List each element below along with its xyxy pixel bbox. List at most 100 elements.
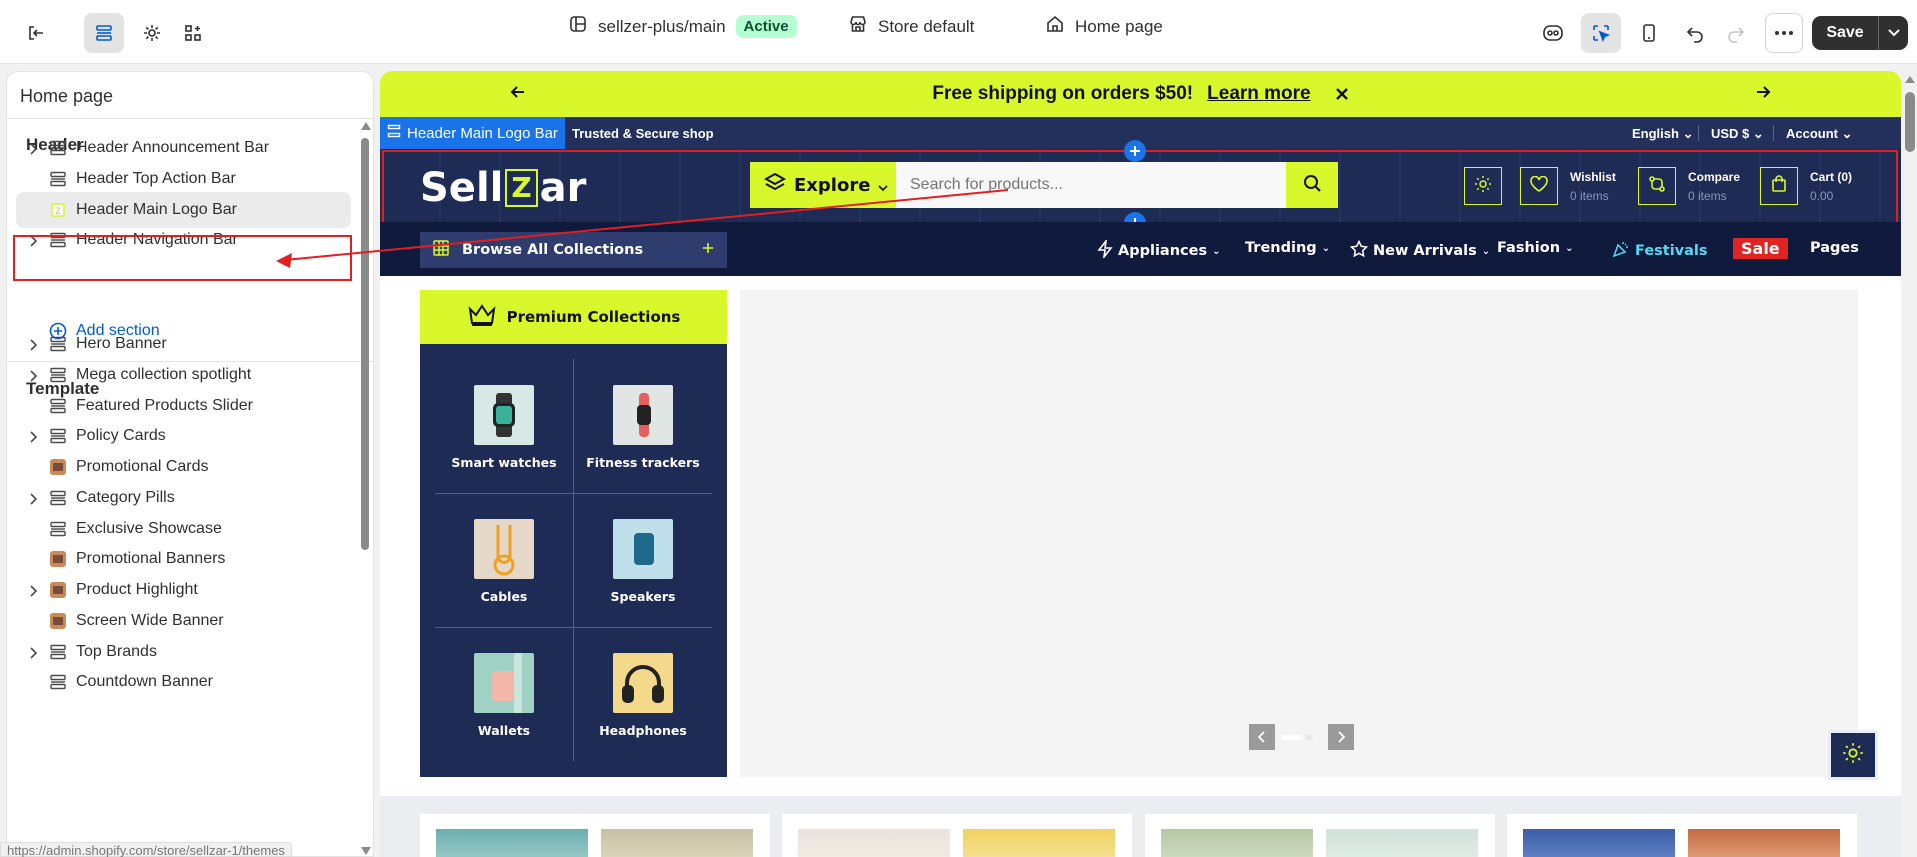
divider	[7, 118, 373, 119]
section-label: Countdown Banner	[76, 673, 213, 691]
collection-card[interactable]: Speakers	[574, 493, 712, 627]
section-item[interactable]: Countdown Banner	[7, 664, 357, 700]
collection-card[interactable]: Smart watches	[435, 359, 573, 493]
slider-dot-active[interactable]	[1281, 735, 1301, 740]
section-label: Policy Cards	[76, 427, 166, 445]
collection-name: Speakers	[610, 589, 676, 604]
slider-dot[interactable]	[1305, 735, 1313, 740]
preview-scrollbar[interactable]	[1905, 92, 1915, 152]
collection-name: Headphones	[599, 723, 687, 738]
section-icon	[49, 427, 67, 445]
collection-name: Fitness trackers	[586, 455, 700, 470]
chevron-right-icon[interactable]	[29, 338, 38, 356]
chevron-right-icon[interactable]	[29, 584, 38, 602]
currency-select[interactable]: USD $ ⌄	[1711, 126, 1764, 142]
promo-image	[1326, 829, 1478, 857]
sidebar-scrollbar[interactable]	[361, 138, 369, 550]
close-icon[interactable]	[1335, 87, 1349, 101]
section-icon	[49, 366, 67, 384]
section-label: Header Announcement Bar	[76, 139, 270, 156]
scroll-up-arrow[interactable]	[1905, 76, 1915, 83]
floating-theme-toggle[interactable]	[1828, 730, 1878, 780]
promo-image	[963, 829, 1115, 857]
nav-label: Sale	[1741, 239, 1780, 258]
theme-icon	[568, 14, 588, 39]
scroll-up-arrow[interactable]	[361, 122, 371, 130]
section-icon	[49, 520, 67, 538]
hero-banner-placeholder	[740, 290, 1858, 777]
section-label: Promotional Cards	[76, 458, 209, 475]
star-icon	[1349, 239, 1369, 262]
nav-festivals[interactable]: Festivals	[1612, 240, 1708, 262]
nav-label: New Arrivals	[1373, 243, 1477, 259]
premium-collections-panel: Smart watches Fitness trackers Cables Sp…	[420, 344, 727, 777]
nav-sale[interactable]: Sale	[1733, 238, 1788, 259]
arrow-left-icon[interactable]	[510, 84, 526, 106]
exit-icon[interactable]	[20, 17, 52, 49]
sidebar-title: Home page	[20, 86, 114, 106]
status-badge: Active	[735, 15, 797, 38]
chevron-right-icon[interactable]	[29, 142, 38, 160]
language-label: English	[1632, 126, 1679, 141]
image-thumb-icon	[49, 550, 67, 568]
section-icon	[49, 139, 67, 157]
save-label: Save	[1826, 24, 1864, 41]
nav-trending[interactable]: Trending ⌄	[1245, 240, 1330, 256]
premium-label: Premium Collections	[506, 308, 681, 326]
chevron-down-icon: ⌄	[1212, 245, 1221, 257]
section-label: Featured Products Slider	[76, 396, 253, 414]
nav-new-arrivals[interactable]: New Arrivals ⌄	[1349, 239, 1490, 262]
slider-prev-button[interactable]	[1249, 724, 1275, 750]
redo-icon[interactable]	[1716, 13, 1756, 53]
status-url: https://admin.shopify.com/store/sellzar-…	[0, 842, 292, 857]
home-icon	[1045, 14, 1065, 39]
chevron-right-icon[interactable]	[29, 492, 38, 510]
undo-icon[interactable]	[1675, 13, 1715, 53]
mobile-view-icon[interactable]	[1629, 13, 1669, 53]
smartwatch-thumb	[474, 385, 534, 445]
add-section-above-button[interactable]	[1124, 140, 1146, 162]
chevron-down-icon: ⌄	[1565, 242, 1574, 254]
save-button[interactable]: Save	[1812, 16, 1908, 50]
theme-selector[interactable]: sellzer-plus/main Active	[568, 14, 797, 39]
chevron-right-icon[interactable]	[29, 430, 38, 448]
section-icon	[49, 170, 67, 188]
selected-section-label: Header Main Logo Bar	[407, 124, 558, 142]
sections-sidebar: Home page Header Header Announcement Bar…	[6, 71, 374, 857]
account-select[interactable]: Account ⌄	[1786, 126, 1853, 142]
chevron-right-icon[interactable]	[29, 369, 38, 387]
arrow-right-icon[interactable]	[1755, 84, 1771, 106]
chevron-right-icon[interactable]	[29, 646, 38, 664]
account-label: Account	[1786, 126, 1838, 141]
image-thumb-icon	[49, 581, 67, 599]
header-navigation-bar: Browse All Collections Appliances ⌄ Trend…	[380, 222, 1901, 276]
section-label: Promotional Banners	[76, 550, 226, 568]
theme-preview: Free shipping on orders $50! Learn more …	[380, 71, 1901, 857]
premium-collections-header: Premium Collections	[420, 290, 727, 344]
section-icon	[387, 124, 401, 142]
collection-card[interactable]: Wallets	[435, 627, 573, 761]
nav-fashion[interactable]: Fashion ⌄	[1497, 240, 1573, 256]
more-actions-icon[interactable]	[1765, 13, 1803, 53]
nav-pages[interactable]: Pages	[1810, 240, 1859, 256]
slider-next-button[interactable]	[1328, 724, 1354, 750]
apps-icon[interactable]	[173, 13, 213, 53]
sections-icon[interactable]	[84, 13, 124, 53]
collection-card[interactable]: Headphones	[574, 627, 712, 761]
learn-more-link[interactable]: Learn more	[1207, 83, 1310, 105]
scroll-down-arrow[interactable]	[361, 847, 371, 855]
collection-card[interactable]: Fitness trackers	[574, 359, 712, 493]
section-label: Product Highlight	[76, 581, 198, 598]
page-selector[interactable]: Home page	[1045, 14, 1163, 39]
chevron-down-icon[interactable]	[1879, 29, 1908, 37]
store-context-selector[interactable]: Store default	[848, 14, 974, 39]
collection-card[interactable]: Cables	[435, 493, 573, 627]
theme-settings-icon[interactable]	[132, 13, 172, 53]
browse-all-collections-button[interactable]: Browse All Collections	[420, 232, 727, 268]
language-select[interactable]: English ⌄	[1632, 126, 1693, 142]
select-element-icon[interactable]	[1581, 13, 1621, 53]
wallets-thumb	[474, 653, 534, 713]
inspector-icon[interactable]	[1533, 13, 1573, 53]
nav-appliances[interactable]: Appliances ⌄	[1097, 238, 1221, 262]
store-default-label: Store default	[878, 16, 975, 36]
